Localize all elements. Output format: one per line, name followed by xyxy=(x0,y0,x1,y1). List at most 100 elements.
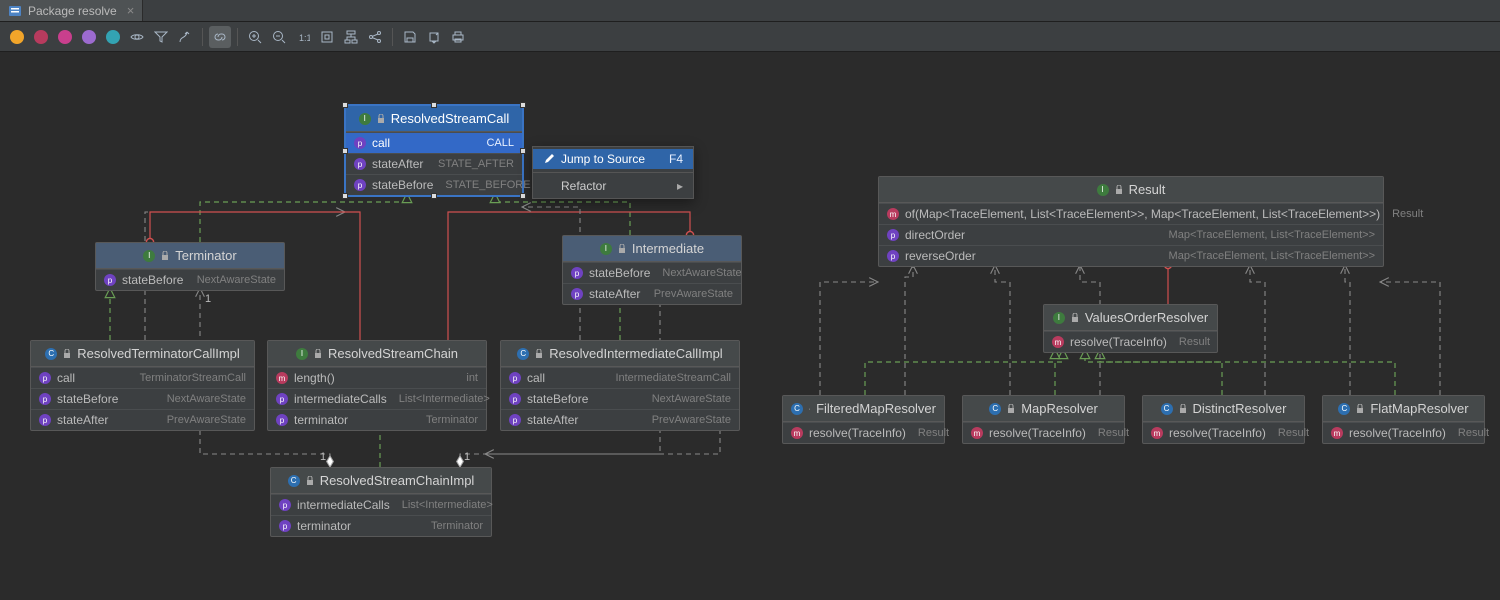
lock-icon xyxy=(1179,404,1187,414)
filter-inner-classes-button[interactable] xyxy=(102,26,124,48)
member-row[interactable]: mlength()int xyxy=(268,367,486,388)
member-row[interactable]: pterminatorTerminator xyxy=(268,409,486,430)
interface-icon: I xyxy=(600,243,612,255)
fit-content-button[interactable] xyxy=(316,26,338,48)
pencil-icon xyxy=(543,153,555,165)
method-icon: m xyxy=(276,372,288,384)
method-icon: m xyxy=(971,427,983,439)
link-source-button[interactable] xyxy=(209,26,231,48)
filter-methods-button[interactable] xyxy=(54,26,76,48)
member-row[interactable]: pstateBeforeNextAwareState xyxy=(96,269,284,290)
member-row[interactable]: pstateBeforeNextAwareState xyxy=(31,388,254,409)
filter-icon[interactable] xyxy=(150,26,172,48)
method-icon: m xyxy=(1151,427,1163,439)
class-resolved-stream-call[interactable]: I ResolvedStreamCall pcall CALL pstateAf… xyxy=(345,105,523,196)
lock-icon xyxy=(1071,313,1079,323)
actual-size-button[interactable]: 1:1 xyxy=(292,26,314,48)
property-icon: p xyxy=(104,274,116,286)
member-row[interactable]: mresolve(TraceInfo)Result xyxy=(783,422,944,443)
interface-icon: I xyxy=(143,250,155,262)
method-icon: m xyxy=(1331,427,1343,439)
context-menu-jump-to-source[interactable]: Jump to Source F4 xyxy=(533,149,693,169)
filter-fields-button[interactable] xyxy=(6,26,28,48)
property-icon: p xyxy=(887,250,899,262)
context-menu-refactor[interactable]: Refactor ▸ xyxy=(533,176,693,196)
svg-text:1: 1 xyxy=(205,293,211,305)
class-resolved-terminator-call-impl[interactable]: CResolvedTerminatorCallImpl pcallTermina… xyxy=(30,340,255,431)
member-row[interactable]: pstateBeforeNextAwareState xyxy=(563,262,741,283)
class-resolved-stream-chain-impl[interactable]: CResolvedStreamChainImpl pintermediateCa… xyxy=(270,467,492,537)
class-terminator[interactable]: I Terminator pstateBeforeNextAwareState xyxy=(95,242,285,291)
tab-title: Package resolve xyxy=(28,4,117,18)
member-row[interactable]: mresolve(TraceInfo)Result xyxy=(1044,331,1217,352)
diagram-canvas[interactable]: 1 1 1 I ResolvedStreamCall pcall CALL ps… xyxy=(0,52,1500,600)
class-resolved-intermediate-call-impl[interactable]: CResolvedIntermediateCallImpl pcallInter… xyxy=(500,340,740,431)
save-button[interactable] xyxy=(399,26,421,48)
filter-properties-button[interactable] xyxy=(78,26,100,48)
edges-layer: 1 1 1 xyxy=(0,52,1500,600)
close-icon[interactable]: × xyxy=(123,3,135,18)
lock-icon xyxy=(809,404,810,414)
class-filtered-map-resolver[interactable]: CFilteredMapResolver mresolve(TraceInfo)… xyxy=(782,395,945,444)
property-icon: p xyxy=(39,414,51,426)
class-intermediate[interactable]: I Intermediate pstateBeforeNextAwareState… xyxy=(562,235,742,305)
share-button[interactable] xyxy=(364,26,386,48)
member-row[interactable]: mresolve(TraceInfo)Result xyxy=(1143,422,1304,443)
layout-button[interactable] xyxy=(340,26,362,48)
property-icon: p xyxy=(354,179,366,191)
class-map-resolver[interactable]: CMapResolver mresolve(TraceInfo)Result xyxy=(962,395,1125,444)
member-row[interactable]: pstateBefore STATE_BEFORE xyxy=(346,174,522,195)
member-row[interactable]: pdirectOrderMap<TraceElement, List<Trace… xyxy=(879,224,1383,245)
visibility-button[interactable] xyxy=(126,26,148,48)
property-icon: p xyxy=(354,158,366,170)
class-name: Result xyxy=(1129,182,1166,197)
member-row[interactable]: pstateAfterPrevAwareState xyxy=(563,283,741,304)
class-icon: C xyxy=(1161,403,1173,415)
member-row[interactable]: pcallTerminatorStreamCall xyxy=(31,367,254,388)
member-row[interactable]: pstateBeforeNextAwareState xyxy=(501,388,739,409)
filter-constructors-button[interactable] xyxy=(30,26,52,48)
member-row-call[interactable]: pcall CALL xyxy=(346,132,522,153)
print-button[interactable] xyxy=(447,26,469,48)
class-flat-map-resolver[interactable]: CFlatMapResolver mresolve(TraceInfo)Resu… xyxy=(1322,395,1485,444)
member-row[interactable]: pintermediateCallsList<Intermediate> xyxy=(271,494,491,515)
member-row[interactable]: mof(Map<TraceElement, List<TraceElement>… xyxy=(879,203,1383,224)
member-row[interactable]: preverseOrderMap<TraceElement, List<Trac… xyxy=(879,245,1383,266)
routing-button[interactable] xyxy=(174,26,196,48)
interface-icon: I xyxy=(1053,312,1065,324)
member-row[interactable]: pstateAfterPrevAwareState xyxy=(501,409,739,430)
lock-icon xyxy=(1007,404,1015,414)
class-name: ResolvedTerminatorCallImpl xyxy=(77,346,240,361)
member-row[interactable]: mresolve(TraceInfo)Result xyxy=(1323,422,1484,443)
lock-icon xyxy=(377,114,385,124)
method-icon: m xyxy=(1052,336,1064,348)
export-button[interactable] xyxy=(423,26,445,48)
uml-icon xyxy=(8,4,22,18)
class-name: DistinctResolver xyxy=(1193,401,1287,416)
class-resolved-stream-chain[interactable]: IResolvedStreamChain mlength()int pinter… xyxy=(267,340,487,431)
member-row[interactable]: pstateAfter STATE_AFTER xyxy=(346,153,522,174)
class-distinct-resolver[interactable]: C DistinctResolver mresolve(TraceInfo)Res… xyxy=(1142,395,1305,444)
lock-icon xyxy=(1115,185,1123,195)
member-row[interactable]: pcallIntermediateStreamCall xyxy=(501,367,739,388)
class-values-order-resolver[interactable]: IValuesOrderResolver mresolve(TraceInfo)… xyxy=(1043,304,1218,353)
property-icon: p xyxy=(39,393,51,405)
class-title: I ResolvedStreamCall xyxy=(346,106,522,132)
class-result[interactable]: IResult mof(Map<TraceElement, List<Trace… xyxy=(878,176,1384,267)
class-icon: C xyxy=(1338,403,1350,415)
zoom-in-button[interactable] xyxy=(244,26,266,48)
member-row[interactable]: pstateAfterPrevAwareState xyxy=(31,409,254,430)
member-row[interactable]: mresolve(TraceInfo)Result xyxy=(963,422,1124,443)
zoom-out-button[interactable] xyxy=(268,26,290,48)
property-icon: p xyxy=(279,520,291,532)
lock-icon xyxy=(535,349,543,359)
class-name: Terminator xyxy=(175,248,236,263)
class-name: Intermediate xyxy=(632,241,704,256)
tab-package-resolve[interactable]: Package resolve × xyxy=(0,0,143,21)
member-row[interactable]: pterminatorTerminator xyxy=(271,515,491,536)
member-row[interactable]: pintermediateCallsList<Intermediate> xyxy=(268,388,486,409)
class-name: ResolvedStreamChainImpl xyxy=(320,473,475,488)
class-name: ResolvedStreamChain xyxy=(328,346,458,361)
toolbar: 1:1 xyxy=(0,22,1500,52)
property-icon: p xyxy=(509,414,521,426)
